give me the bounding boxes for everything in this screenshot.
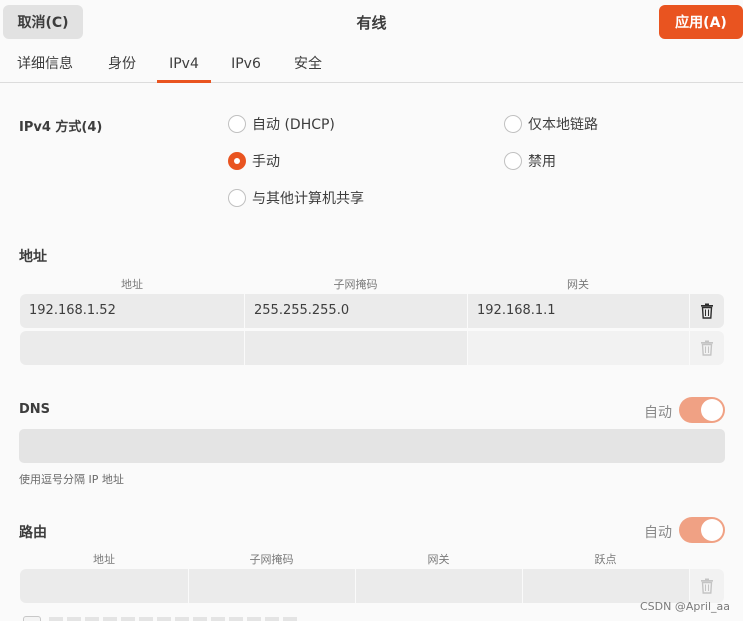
radio-label: 与其他计算机共享 [252,191,364,207]
radio-indicator-selected[interactable] [228,152,246,170]
column-header-address: 地址 [93,553,115,566]
dns-auto-label: 自动 [644,405,672,421]
column-header-metric: 跃点 [594,553,617,566]
column-header-address: 地址 [121,278,143,291]
trash-icon [701,578,713,594]
radio-indicator[interactable] [228,115,246,133]
ipv4-method-label: IPv4 方式(4) [19,120,103,135]
tab-identity[interactable]: 身份 [98,46,146,82]
addresses-section-title: 地址 [19,249,47,265]
route-address-input[interactable] [20,569,188,603]
tab-bar: 详细信息 身份 IPv4 IPv6 安全 [0,46,743,83]
radio-indicator[interactable] [504,115,522,133]
column-header-netmask: 子网掩码 [249,553,294,566]
radio-label: 手动 [252,154,280,170]
netmask-input[interactable] [245,331,467,365]
tab-security[interactable]: 安全 [284,46,332,82]
address-input[interactable]: 192.168.1.52 [20,294,244,328]
gateway-input[interactable]: 192.168.1.1 [468,294,689,328]
dns-hint: 使用逗号分隔 IP 地址 [19,473,124,486]
routes-auto-label: 自动 [644,525,672,541]
radio-indicator[interactable] [228,189,246,207]
dns-input[interactable] [19,429,725,463]
route-netmask-input[interactable] [189,569,355,603]
switch-knob [701,399,723,421]
radio-label: 禁用 [528,154,556,170]
trash-icon [701,303,713,319]
trash-icon [701,340,713,356]
delete-address-button[interactable] [690,294,724,328]
address-input[interactable] [20,331,244,365]
dns-section-title: DNS [19,402,51,417]
radio-link-local[interactable]: 仅本地链路 [504,114,598,134]
checkbox[interactable] [23,616,41,621]
tab-ipv6[interactable]: IPv6 [222,46,270,82]
apply-button[interactable]: 应用(A) [659,5,743,39]
column-header-gateway: 网关 [567,278,589,291]
route-gateway-input[interactable] [356,569,522,603]
netmask-input[interactable]: 255.255.255.0 [245,294,467,328]
header-bar: 取消(C) 有线 应用(A) [0,0,743,46]
route-metric-input[interactable] [523,569,689,603]
watermark: CSDN @April_aa [640,600,730,613]
radio-shared[interactable]: 与其他计算机共享 [228,188,364,208]
radio-label: 仅本地链路 [528,117,598,133]
column-header-netmask: 子网掩码 [333,278,378,291]
radio-manual[interactable]: 手动 [228,151,280,171]
cutoff-checkbox-row [19,614,299,621]
routes-auto-switch[interactable] [679,517,725,543]
gateway-input[interactable] [468,331,689,365]
radio-auto-dhcp[interactable]: 自动 (DHCP) [228,114,335,134]
tab-details[interactable]: 详细信息 [8,46,82,82]
radio-label: 自动 (DHCP) [252,117,335,133]
checkbox-label-cutoff [49,617,299,621]
switch-knob [701,519,723,541]
radio-indicator[interactable] [504,152,522,170]
dns-auto-switch[interactable] [679,397,725,423]
radio-disabled[interactable]: 禁用 [504,151,556,171]
routes-section-title: 路由 [19,525,47,541]
column-header-gateway: 网关 [427,553,450,566]
window-title: 有线 [356,14,387,32]
delete-address-button-disabled [690,331,724,365]
tab-ipv4[interactable]: IPv4 [157,46,211,83]
delete-route-button-disabled [690,569,724,603]
